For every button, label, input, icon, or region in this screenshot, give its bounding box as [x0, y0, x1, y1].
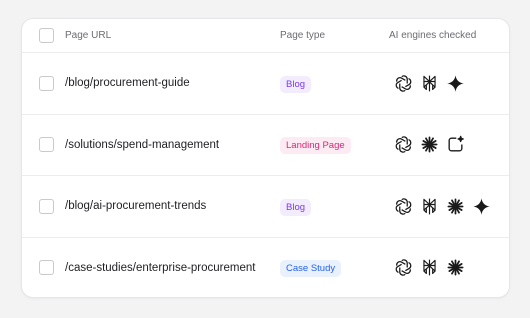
column-header-engines: AI engines checked — [389, 30, 477, 41]
page-type-cell: Case Study — [280, 258, 389, 278]
page-type-badge: Blog — [280, 198, 312, 216]
claude-icon — [419, 135, 439, 155]
page-type-cell: Landing Page — [280, 135, 389, 155]
page-type-badge: Case Study — [280, 260, 342, 278]
perplexity-icon — [419, 196, 439, 216]
row-checkbox[interactable] — [39, 260, 54, 276]
row-checkbox[interactable] — [39, 198, 54, 214]
engines-cell — [389, 258, 509, 278]
gemini-icon — [445, 73, 465, 93]
table-row[interactable]: /solutions/spend-management Landing Page — [22, 115, 509, 176]
pages-table: Page URL Page type AI engines checked /b… — [21, 18, 510, 298]
table-row[interactable]: /blog/ai-procurement-trends Blog — [22, 176, 509, 238]
engine-icons — [393, 258, 509, 278]
openai-icon — [393, 135, 413, 155]
page-type-cell: Blog — [280, 74, 389, 93]
page-url[interactable]: /blog/procurement-guide — [65, 77, 280, 89]
page-type-badge: Blog — [280, 75, 312, 93]
select-all-checkbox[interactable] — [39, 28, 54, 43]
page-type-badge: Landing Page — [280, 137, 351, 155]
engine-icons — [393, 135, 509, 155]
openai-icon — [393, 73, 413, 93]
engine-icons — [393, 196, 509, 216]
copilot-icon — [445, 135, 465, 155]
perplexity-icon — [419, 258, 439, 278]
column-header-type: Page type — [280, 30, 326, 41]
perplexity-icon — [419, 73, 439, 93]
claude-icon — [445, 258, 465, 278]
engines-cell — [389, 73, 509, 93]
table-row[interactable]: /case-studies/enterprise-procurement Case… — [22, 238, 509, 298]
column-header-url: Page URL — [65, 30, 112, 41]
table-body: /blog/procurement-guide Blog/solutions/sp… — [22, 53, 509, 298]
engines-cell — [389, 196, 509, 216]
table-header: Page URL Page type AI engines checked — [22, 19, 509, 53]
openai-icon — [393, 196, 413, 216]
row-checkbox[interactable] — [39, 137, 54, 153]
page-url[interactable]: /solutions/spend-management — [65, 139, 280, 151]
claude-icon — [445, 196, 465, 216]
gemini-icon — [471, 196, 491, 216]
engine-icons — [393, 73, 509, 93]
page-type-cell: Blog — [280, 197, 389, 216]
table-row[interactable]: /blog/procurement-guide Blog — [22, 53, 509, 115]
page-url[interactable]: /blog/ai-procurement-trends — [65, 200, 280, 212]
openai-icon — [393, 258, 413, 278]
page-url[interactable]: /case-studies/enterprise-procurement — [65, 262, 280, 274]
row-checkbox[interactable] — [39, 75, 54, 91]
engines-cell — [389, 135, 509, 155]
